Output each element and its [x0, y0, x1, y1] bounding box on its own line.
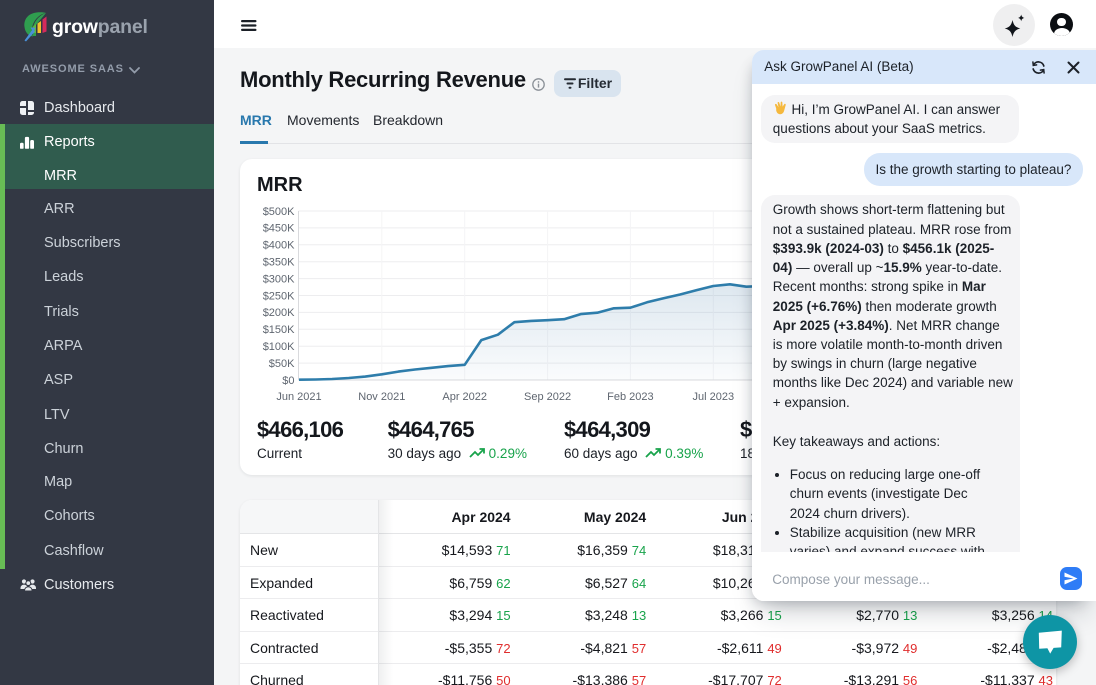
svg-text:Jul 2023: Jul 2023: [693, 391, 735, 403]
svg-text:Jun 2021: Jun 2021: [276, 391, 321, 403]
svg-text:$300K: $300K: [263, 273, 295, 285]
svg-text:$500K: $500K: [263, 206, 295, 218]
svg-text:Sep 2022: Sep 2022: [524, 391, 571, 403]
svg-text:$350K: $350K: [263, 257, 295, 269]
svg-text:Apr 2022: Apr 2022: [442, 391, 487, 403]
svg-text:$200K: $200K: [263, 307, 295, 319]
svg-text:$50K: $50K: [269, 358, 295, 370]
svg-text:$450K: $450K: [263, 223, 295, 235]
svg-text:Nov 2021: Nov 2021: [358, 391, 405, 403]
svg-text:$150K: $150K: [263, 324, 295, 336]
svg-text:$400K: $400K: [263, 240, 295, 252]
svg-text:$100K: $100K: [263, 341, 295, 353]
svg-text:Feb 2023: Feb 2023: [607, 391, 653, 403]
svg-text:$0: $0: [282, 375, 294, 387]
svg-text:$250K: $250K: [263, 290, 295, 302]
